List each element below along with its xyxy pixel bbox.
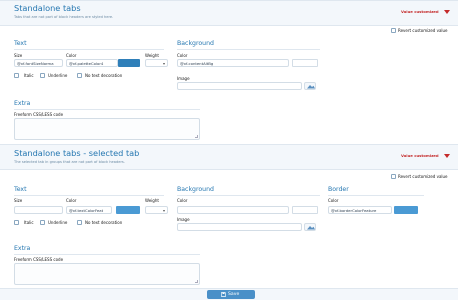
weight-label: Weight: [145, 198, 159, 203]
resize-handle[interactable]: [195, 280, 198, 283]
bg-color-value: @xf-contentAltBg: [180, 61, 214, 67]
select-arrow-icon: [163, 210, 165, 212]
revert-label: Revert customized value: [398, 174, 448, 179]
bg-color-input[interactable]: @xf-contentAltBg: [177, 59, 289, 67]
section-title: Standalone tabs: [14, 3, 81, 13]
background-group-label: Background: [177, 40, 214, 47]
border-color-label: Color: [328, 198, 339, 203]
section-description: The selected tab in groups that are not …: [14, 160, 125, 164]
color-label: Color: [66, 198, 77, 203]
text-color-input[interactable]: @xf-textColorFeat: [66, 206, 112, 214]
divider: [328, 195, 424, 196]
text-color-swatch[interactable]: [116, 206, 140, 214]
background-group-label: Background: [177, 186, 214, 193]
bg-color-label: Color: [177, 198, 188, 203]
italic-label: Italic: [24, 220, 34, 225]
text-group-label: Text: [14, 186, 27, 193]
freeform-label: Freeform CSS/LESS code: [14, 112, 64, 117]
image-icon: [307, 226, 315, 230]
save-icon: [221, 292, 226, 297]
image-picker-button[interactable]: [304, 82, 316, 90]
bg-color-swatch[interactable]: [292, 206, 318, 214]
divider: [14, 195, 164, 196]
resize-handle[interactable]: [195, 135, 198, 138]
select-arrow-icon: [163, 63, 165, 65]
divider: [14, 109, 200, 110]
image-picker-button[interactable]: [304, 223, 316, 231]
divider: [14, 49, 164, 50]
border-color-input[interactable]: @xf-borderColorFeature: [328, 206, 392, 214]
value-customized-label[interactable]: Value customized: [401, 153, 439, 158]
section-description: Tabs that are not part of block headers …: [14, 15, 114, 19]
bg-image-input[interactable]: [177, 82, 302, 90]
value-customized-label[interactable]: Value customized: [401, 9, 439, 14]
chevron-down-icon[interactable]: [444, 10, 450, 14]
revert-label: Revert customized value: [398, 28, 448, 33]
bg-color-swatch[interactable]: [292, 59, 318, 67]
bg-image-label: Image: [177, 76, 190, 81]
weight-label: Weight: [145, 53, 159, 58]
freeform-css-textarea[interactable]: [14, 263, 200, 285]
text-color-value: @xf-paletteColor4: [69, 61, 104, 67]
text-group-label: Text: [14, 40, 27, 47]
underline-checkbox[interactable]: [40, 73, 45, 78]
save-label: Save: [228, 291, 240, 297]
divider: [177, 195, 320, 196]
divider: [177, 49, 320, 50]
text-color-swatch[interactable]: [118, 59, 140, 67]
font-weight-select[interactable]: [145, 59, 168, 67]
italic-checkbox[interactable]: [14, 73, 19, 78]
border-color-value: @xf-borderColorFeature: [331, 208, 377, 214]
save-button[interactable]: Save: [207, 290, 255, 299]
font-size-value: @xf-fontSizeNorma: [17, 61, 54, 67]
image-icon: [307, 85, 315, 89]
font-size-input[interactable]: [14, 206, 63, 214]
no-decoration-checkbox[interactable]: [77, 73, 82, 78]
bg-image-label: Image: [177, 217, 190, 222]
underline-label: Underline: [48, 220, 68, 225]
section-title: Standalone tabs - selected tab: [14, 148, 140, 158]
freeform-css-textarea[interactable]: [14, 118, 200, 140]
no-decoration-checkbox[interactable]: [77, 220, 82, 225]
divider: [14, 254, 200, 255]
size-label: Size: [14, 198, 23, 203]
freeform-label: Freeform CSS/LESS code: [14, 257, 64, 262]
border-color-swatch[interactable]: [394, 206, 418, 214]
size-label: Size: [14, 53, 23, 58]
text-color-input[interactable]: @xf-paletteColor4: [66, 59, 118, 67]
extra-group-label: Extra: [14, 100, 31, 107]
underline-label: Underline: [48, 73, 68, 78]
revert-checkbox[interactable]: [391, 174, 396, 179]
text-color-value: @xf-textColorFeat: [69, 208, 104, 214]
revert-checkbox[interactable]: [391, 28, 396, 33]
border-group-label: Border: [328, 186, 349, 193]
font-size-input[interactable]: @xf-fontSizeNorma: [14, 59, 63, 67]
italic-label: Italic: [24, 73, 34, 78]
bg-color-input[interactable]: [177, 206, 289, 214]
underline-checkbox[interactable]: [40, 220, 45, 225]
no-decoration-label: No text decoration: [85, 220, 123, 225]
no-decoration-label: No text decoration: [85, 73, 123, 78]
chevron-down-icon[interactable]: [444, 154, 450, 158]
color-label: Color: [66, 53, 77, 58]
font-weight-select[interactable]: [145, 206, 168, 214]
bg-image-input[interactable]: [177, 223, 302, 231]
extra-group-label: Extra: [14, 245, 31, 252]
bg-color-label: Color: [177, 53, 188, 58]
italic-checkbox[interactable]: [14, 220, 19, 225]
